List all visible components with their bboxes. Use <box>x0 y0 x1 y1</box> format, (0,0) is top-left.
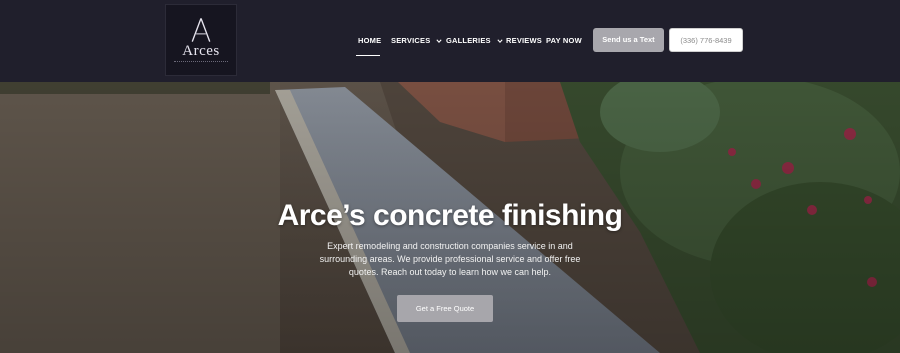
nav-item-label: SERVICES <box>391 36 431 45</box>
logo-a-mark-icon <box>191 18 211 42</box>
chevron-down-icon <box>497 39 503 44</box>
hero-description: Expert remodeling and construction compa… <box>319 241 581 277</box>
hero-title: Arce’s concrete finishing <box>277 199 623 232</box>
phone-button[interactable]: (336) 776-8439 <box>669 28 743 52</box>
nav-item-label: REVIEWS <box>506 36 542 45</box>
active-nav-underline <box>356 55 380 56</box>
brand-logo[interactable]: Arces <box>165 4 237 76</box>
site-header: Arces HOME SERVICES GALLERIES REVIEWS PA… <box>0 0 900 82</box>
nav-item-label: PAY NOW <box>546 36 582 45</box>
nav-item-pay-now[interactable]: PAY NOW <box>546 36 582 45</box>
nav-item-reviews[interactable]: REVIEWS <box>506 36 542 45</box>
send-text-button[interactable]: Send us a Text <box>593 28 664 52</box>
brand-tagline-line <box>174 61 228 65</box>
hero-section: Arce’s concrete finishing Expert remodel… <box>0 82 900 353</box>
nav-item-home[interactable]: HOME <box>358 36 381 45</box>
nav-item-label: HOME <box>358 36 382 45</box>
free-quote-button[interactable]: Get a Free Quote <box>397 295 493 322</box>
brand-name: Arces <box>182 43 220 59</box>
nav-item-label: GALLERIES <box>446 36 491 45</box>
chevron-down-icon <box>436 39 443 44</box>
nav-item-services[interactable]: SERVICES <box>391 36 443 45</box>
nav-item-galleries[interactable]: GALLERIES <box>446 36 503 45</box>
